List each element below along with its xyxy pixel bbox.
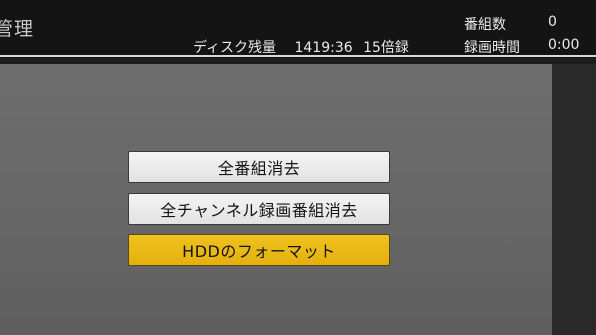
program-count-value: 0: [548, 14, 557, 30]
disk-remaining-time: 1419:36: [294, 40, 353, 56]
header-bar: 管理 ディスク残量 1419:36 15倍録 番組数 0 録画時間 0:00: [0, 0, 596, 58]
record-time-value: 0:00: [548, 37, 580, 53]
disk-remaining: ディスク残量 1419:36 15倍録: [193, 37, 409, 57]
format-hdd-button[interactable]: HDDのフォーマット: [128, 234, 390, 266]
record-mode: 15倍録: [363, 40, 409, 56]
disk-remaining-label: ディスク残量: [193, 40, 277, 56]
delete-all-channel-recordings-button[interactable]: 全チャンネル録画番組消去: [128, 193, 390, 225]
screen-title: 管理: [0, 18, 35, 40]
program-count-label: 番組数: [464, 17, 506, 33]
delete-all-programs-button[interactable]: 全番組消去: [128, 151, 390, 183]
record-time-label: 録画時間: [464, 40, 520, 56]
screen-edge: [552, 64, 596, 335]
header-divider: [0, 55, 596, 57]
